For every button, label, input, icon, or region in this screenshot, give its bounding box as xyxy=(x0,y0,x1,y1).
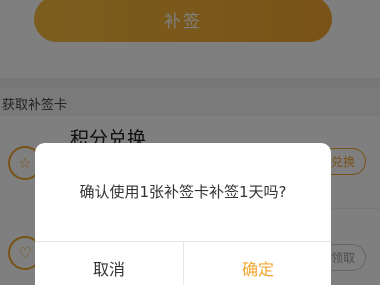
confirm-dialog: 确认使用1张补签卡补签1天吗? 取消 确定 xyxy=(35,143,331,285)
confirm-button[interactable]: 确定 xyxy=(184,242,331,285)
cancel-button[interactable]: 取消 xyxy=(35,242,183,285)
dialog-message: 确认使用1张补签卡补签1天吗? xyxy=(79,183,287,201)
